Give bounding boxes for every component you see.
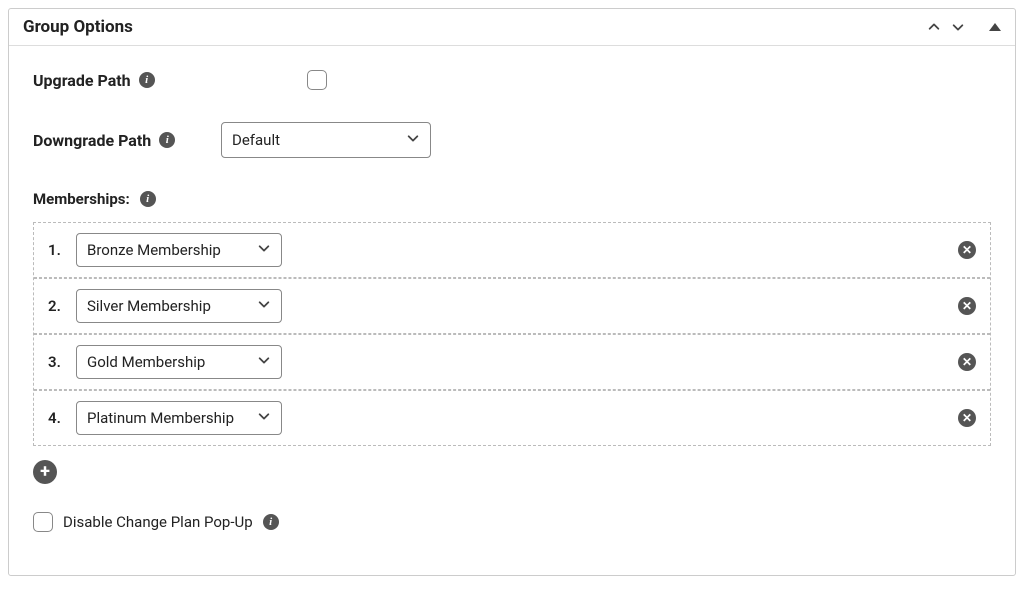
- memberships-list: 1. Bronze Membership ✕ 2. Silver Members…: [33, 222, 991, 446]
- disable-popup-row: Disable Change Plan Pop-Up i: [33, 512, 991, 532]
- remove-membership-icon[interactable]: ✕: [958, 297, 976, 315]
- downgrade-path-select[interactable]: Default: [221, 122, 431, 158]
- upgrade-path-checkbox[interactable]: [307, 70, 327, 90]
- membership-select-value: Bronze Membership: [87, 241, 221, 259]
- info-icon[interactable]: i: [263, 514, 279, 530]
- disable-popup-checkbox[interactable]: [33, 512, 53, 532]
- membership-row[interactable]: 4. Platinum Membership ✕: [34, 390, 990, 445]
- panel-title: Group Options: [23, 17, 133, 37]
- chevron-down-icon: [257, 241, 271, 259]
- disable-popup-label: Disable Change Plan Pop-Up: [63, 513, 253, 531]
- remove-membership-icon[interactable]: ✕: [958, 241, 976, 259]
- membership-row-number: 1.: [48, 241, 76, 259]
- membership-row[interactable]: 1. Bronze Membership ✕: [34, 223, 990, 278]
- membership-row-number: 4.: [48, 409, 76, 427]
- membership-select[interactable]: Platinum Membership: [76, 401, 282, 435]
- panel-collapse-icon[interactable]: [989, 23, 1001, 31]
- panel-move-down-icon[interactable]: [951, 20, 965, 34]
- membership-select-value: Platinum Membership: [87, 409, 234, 427]
- info-icon[interactable]: i: [139, 72, 155, 88]
- membership-select[interactable]: Bronze Membership: [76, 233, 282, 267]
- downgrade-path-select-value: Default: [232, 131, 280, 149]
- memberships-label: Memberships:: [33, 190, 130, 208]
- upgrade-path-row: Upgrade Path i: [33, 70, 991, 90]
- membership-row[interactable]: 3. Gold Membership ✕: [34, 334, 990, 390]
- add-membership-button[interactable]: +: [33, 460, 57, 484]
- membership-select-value: Gold Membership: [87, 353, 205, 371]
- membership-row-number: 3.: [48, 353, 76, 371]
- upgrade-path-checkbox-wrap: [307, 70, 327, 90]
- chevron-down-icon: [257, 353, 271, 371]
- info-icon[interactable]: i: [159, 132, 175, 148]
- upgrade-path-label: Upgrade Path: [33, 71, 131, 90]
- remove-membership-icon[interactable]: ✕: [958, 409, 976, 427]
- chevron-down-icon: [406, 131, 420, 149]
- chevron-down-icon: [257, 409, 271, 427]
- downgrade-path-row: Downgrade Path i Default: [33, 122, 991, 158]
- memberships-label-row: Memberships: i: [33, 190, 991, 208]
- panel-body: Upgrade Path i Downgrade Path i Default …: [9, 46, 1015, 544]
- upgrade-path-label-wrap: Upgrade Path i: [33, 71, 197, 90]
- chevron-down-icon: [257, 297, 271, 315]
- membership-select[interactable]: Gold Membership: [76, 345, 282, 379]
- membership-select-value: Silver Membership: [87, 297, 211, 315]
- panel-header-controls: [927, 20, 1001, 34]
- panel-header: Group Options: [9, 9, 1015, 46]
- downgrade-path-label: Downgrade Path: [33, 131, 151, 150]
- group-options-panel: Group Options Upgrade Path i Downgrade P…: [8, 8, 1016, 576]
- downgrade-path-label-wrap: Downgrade Path i: [33, 131, 197, 150]
- membership-row-number: 2.: [48, 297, 76, 315]
- membership-row[interactable]: 2. Silver Membership ✕: [34, 278, 990, 334]
- info-icon[interactable]: i: [140, 191, 156, 207]
- remove-membership-icon[interactable]: ✕: [958, 353, 976, 371]
- membership-select[interactable]: Silver Membership: [76, 289, 282, 323]
- panel-move-up-icon[interactable]: [927, 20, 941, 34]
